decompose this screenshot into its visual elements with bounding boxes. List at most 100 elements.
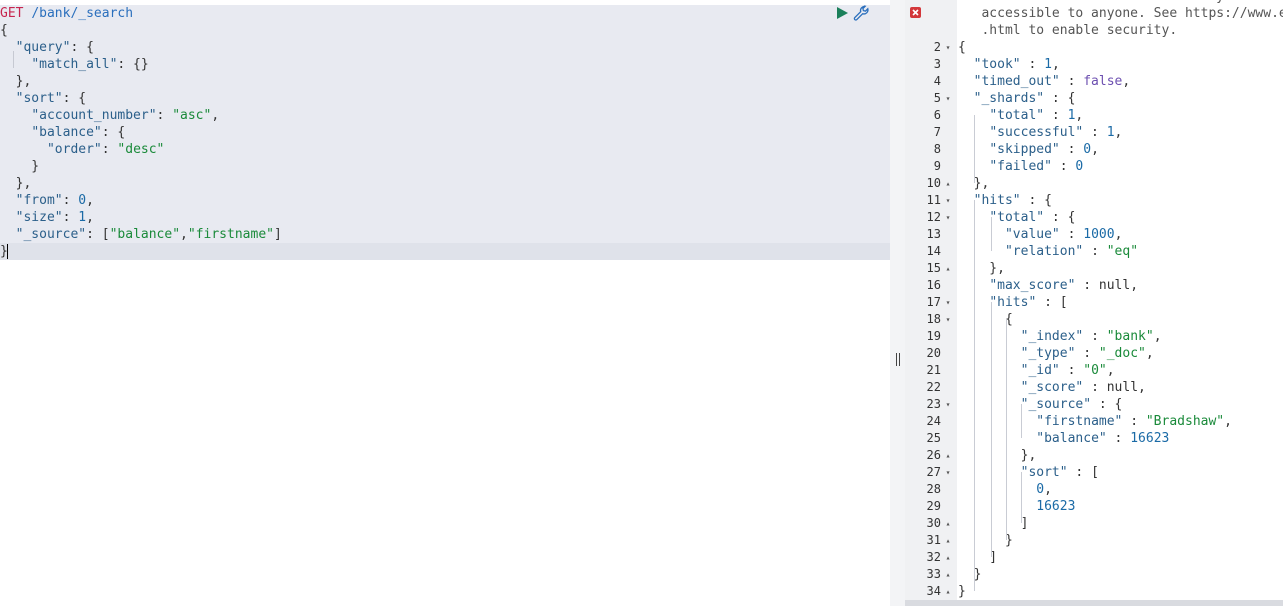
panel-resize-divider[interactable]: [890, 0, 905, 606]
response-code-text: },: [958, 261, 1005, 276]
line-number: 31: [926, 533, 941, 547]
request-line[interactable]: }: [0, 158, 282, 175]
request-line[interactable]: "query": {: [0, 39, 282, 56]
line-number: 11: [926, 193, 941, 207]
request-line[interactable]: "order": "desc": [0, 141, 282, 158]
line-number: 13: [926, 227, 941, 241]
request-line[interactable]: },: [0, 175, 282, 192]
request-editor[interactable]: GET /bank/_search { "query": { "match_al…: [0, 0, 890, 606]
line-number: 18: [926, 312, 941, 326]
response-code-text: "value" : 1000,: [1004, 227, 1123, 242]
response-code-text: "_type" : "_doc",: [1020, 346, 1154, 361]
error-x-icon[interactable]: [910, 7, 921, 18]
fold-toggle-icon[interactable]: ▴: [944, 175, 952, 192]
response-code-text: "took" : 1,: [973, 57, 1060, 72]
line-number: 10: [926, 176, 941, 190]
indent-guide: [1006, 319, 1007, 540]
response-code-text: ]: [958, 516, 1029, 531]
fold-toggle-icon[interactable]: ▴: [944, 549, 952, 566]
text-caret: [7, 244, 8, 259]
fold-toggle-icon[interactable]: ▾: [944, 90, 952, 107]
fold-toggle-icon[interactable]: ▾: [944, 209, 952, 226]
line-number: 6: [933, 108, 941, 122]
indent-guide: [974, 200, 975, 591]
line-number: 12: [926, 210, 941, 224]
line-number: 15: [926, 261, 941, 275]
request-line[interactable]: "account_number": "asc",: [0, 107, 282, 124]
response-code-text: "skipped" : 0,: [989, 142, 1099, 157]
indent-guide: [974, 115, 975, 183]
response-code-text: "_shards" : {: [973, 91, 1076, 106]
line-number: 26: [926, 448, 941, 462]
response-code-text: "firstname" : "Bradshaw",: [1036, 414, 1232, 429]
response-code-text: "timed_out" : false,: [973, 74, 1131, 89]
indent-guide: [991, 302, 992, 557]
fold-toggle-icon[interactable]: ▴: [944, 532, 952, 549]
response-code-text: "_index" : "bank",: [1020, 329, 1162, 344]
response-code-text: }: [958, 533, 1013, 548]
response-code-text: .html to enable security.: [958, 23, 1178, 38]
line-number: 21: [926, 363, 941, 377]
request-line[interactable]: GET /bank/_search: [0, 5, 282, 22]
fold-toggle-icon[interactable]: ▾: [944, 192, 952, 209]
response-code-text: "hits" : {: [973, 193, 1052, 208]
request-line[interactable]: {: [0, 22, 282, 39]
fold-toggle-icon[interactable]: ▾: [944, 294, 952, 311]
play-icon[interactable]: [835, 6, 849, 20]
line-number: 24: [926, 414, 941, 428]
response-code-text: }: [958, 567, 982, 582]
line-number: 23: [926, 397, 941, 411]
horizontal-scrollbar[interactable]: [905, 600, 1283, 606]
response-code-text: "_source" : {: [1020, 397, 1123, 412]
line-number: 14: [926, 244, 941, 258]
request-path: /bank/_search: [31, 6, 134, 21]
line-number: 9: [933, 159, 941, 173]
response-code-text: "sort" : [: [1020, 465, 1099, 480]
request-line[interactable]: "_source": ["balance","firstname"]: [0, 226, 282, 243]
request-line[interactable]: "sort": {: [0, 90, 282, 107]
indent-guide: [1021, 472, 1022, 523]
wrench-icon[interactable]: [853, 5, 870, 22]
fold-toggle-icon[interactable]: ▴: [944, 447, 952, 464]
request-line[interactable]: "size": 1,: [0, 209, 282, 226]
response-code-text: }: [958, 584, 966, 599]
request-line[interactable]: },: [0, 73, 282, 90]
fold-toggle-icon[interactable]: ▾: [944, 396, 952, 413]
fold-toggle-icon[interactable]: ▴: [944, 260, 952, 277]
line-number: 16: [926, 278, 941, 292]
indent-guide: [1021, 404, 1022, 438]
response-code-text: "relation" : "eq": [1004, 244, 1139, 259]
line-number: 27: [926, 465, 941, 479]
response-code-text: accessible to anyone. See https://www.el…: [981, 6, 1283, 21]
line-number: 34: [926, 584, 941, 598]
fold-toggle-icon[interactable]: ▴: [944, 583, 952, 600]
response-code-text: },: [958, 448, 1037, 463]
line-number: 22: [926, 380, 941, 394]
request-line[interactable]: "balance": {: [0, 124, 282, 141]
request-line[interactable]: "from": 0,: [0, 192, 282, 209]
response-code-text: 0,: [1036, 482, 1052, 497]
fold-toggle-icon[interactable]: ▾: [944, 311, 952, 328]
indent-guide: [991, 217, 992, 251]
response-panel[interactable]: 1#! Elasticsearch built-in security feat…: [905, 0, 1283, 606]
response-code-text: "_id" : "0",: [1020, 363, 1115, 378]
line-number: 29: [926, 499, 941, 513]
request-line[interactable]: "match_all": {}: [0, 56, 282, 73]
request-line[interactable]: }: [0, 243, 282, 260]
indent-guide: [13, 51, 14, 68]
response-code-text: "total" : {: [989, 210, 1076, 225]
response-code-text: "failed" : 0: [989, 159, 1084, 174]
fold-toggle-icon[interactable]: ▴: [944, 566, 952, 583]
line-number: 33: [926, 567, 941, 581]
response-code-text: "balance" : 16623: [1036, 431, 1170, 446]
request-code[interactable]: GET /bank/_search { "query": { "match_al…: [0, 5, 282, 260]
fold-toggle-icon[interactable]: ▾: [944, 39, 952, 56]
line-number: 1: [905, 0, 941, 5]
response-code-text: {: [958, 312, 1013, 327]
resize-handle-icon[interactable]: [896, 353, 900, 366]
fold-toggle-icon[interactable]: ▾: [944, 464, 952, 481]
line-number: 4: [933, 74, 941, 88]
line-number: 28: [926, 482, 941, 496]
fold-toggle-icon[interactable]: ▴: [944, 515, 952, 532]
line-number: 17: [926, 295, 941, 309]
